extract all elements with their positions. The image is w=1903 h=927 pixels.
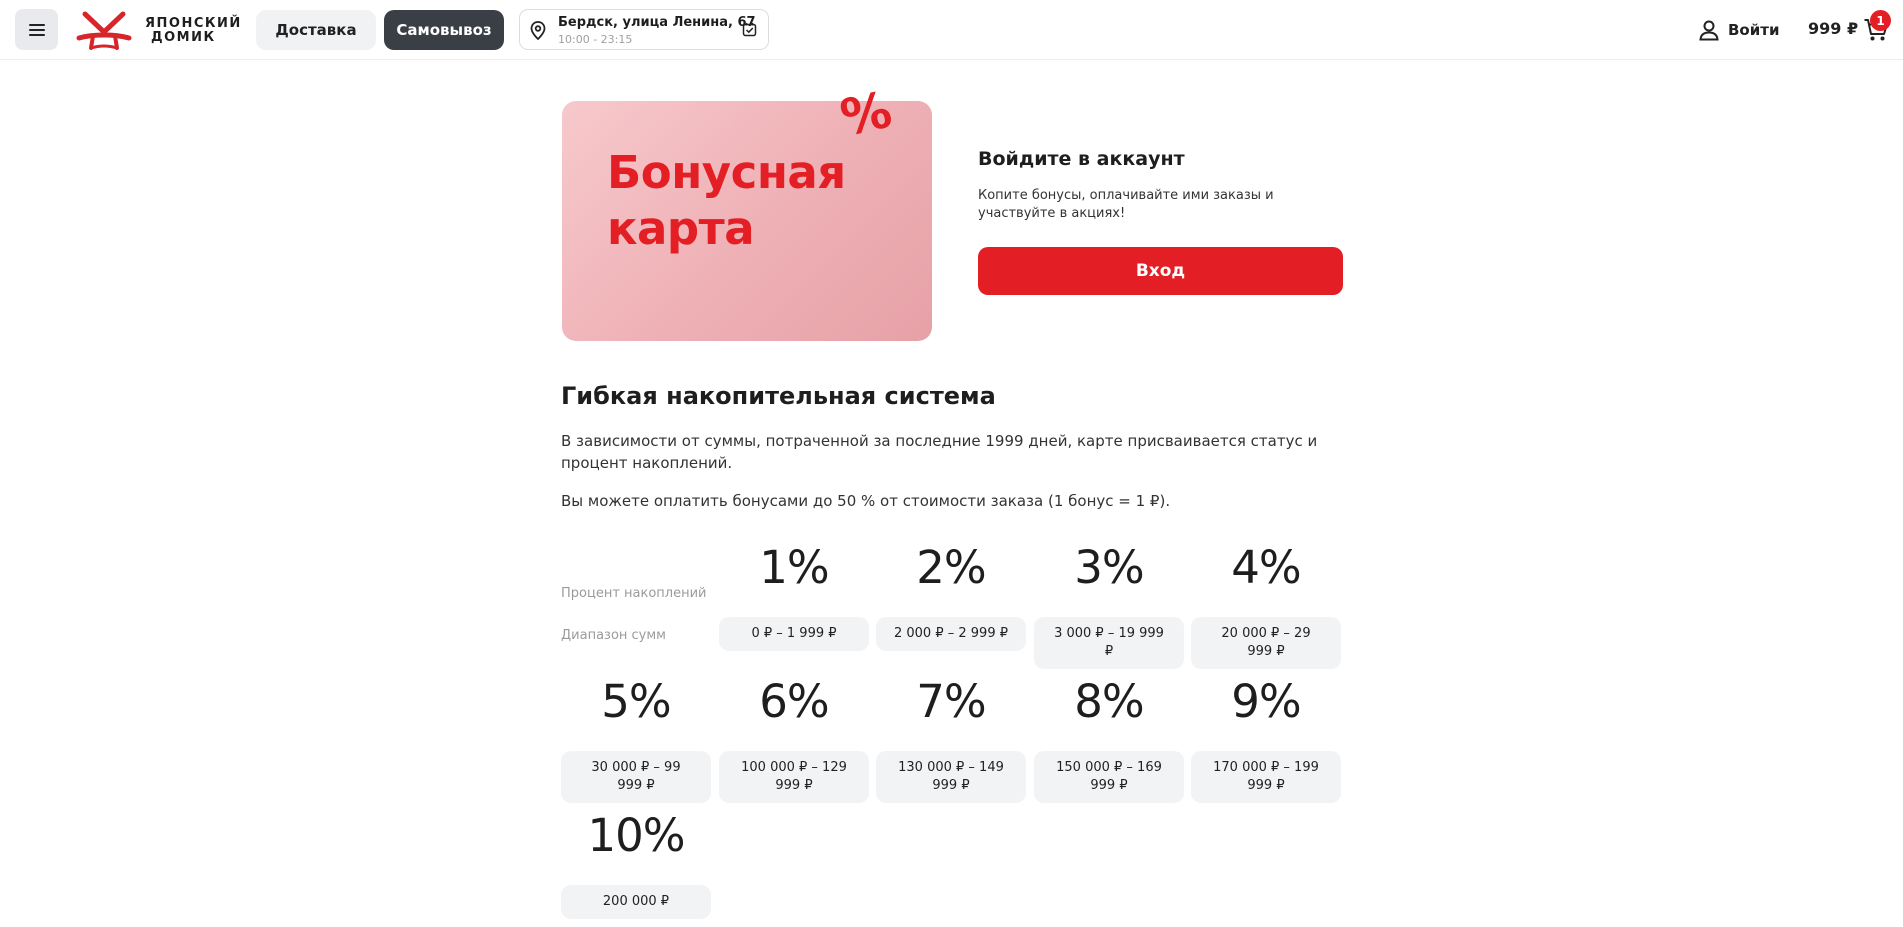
tier-percent: 2% [916, 541, 986, 594]
bonus-card-title: Бонусная карта [607, 146, 846, 255]
tier-percent: 3% [1074, 541, 1144, 594]
tier-percent: 5% [601, 675, 671, 728]
logo[interactable]: ЯПОНСКИЙ ДОМИК [75, 9, 245, 53]
login-link[interactable]: Войти [1698, 17, 1779, 43]
tier-range: 100 000 ₽ – 129 999 ₽ [719, 751, 869, 803]
user-icon [1699, 20, 1719, 41]
hamburger-icon [28, 23, 45, 36]
tier-percent: 4% [1231, 541, 1301, 594]
tier-range: 20 000 ₽ – 29 999 ₽ [1191, 617, 1341, 669]
address-selector[interactable]: Бердск, улица Ленина, 67 10:00 - 23:15 [519, 9, 769, 50]
location-pin-icon [530, 21, 546, 40]
section-paragraph-2: Вы можете оплатить бонусами до 50 % от с… [561, 492, 1171, 510]
section-title: Гибкая накопительная система [561, 382, 996, 410]
login-button[interactable]: Вход [978, 247, 1343, 295]
tier-range: 3 000 ₽ – 19 999 ₽ [1034, 617, 1184, 669]
menu-button[interactable] [15, 9, 58, 50]
label-percent: Процент накоплений [561, 586, 707, 601]
cart-total[interactable]: 999 ₽ [1808, 19, 1858, 38]
site-header: ЯПОНСКИЙ ДОМИК Доставка Самовывоз Бердск… [0, 0, 1903, 60]
auth-title: Войдите в аккаунт [978, 148, 1185, 170]
percent-icon: % [835, 80, 897, 148]
logo-house-icon [76, 11, 132, 50]
tier-percent: 8% [1074, 675, 1144, 728]
delivery-mode-button[interactable]: Доставка [256, 10, 376, 50]
tier-percent: 1% [759, 541, 829, 594]
tier-percent: 10% [587, 809, 685, 862]
calendar-check-icon [742, 23, 757, 37]
tier-range: 130 000 ₽ – 149 999 ₽ [876, 751, 1026, 803]
tier-range: 170 000 ₽ – 199 999 ₽ [1191, 751, 1341, 803]
logo-text: ЯПОНСКИЙ ДОМИК [145, 16, 242, 45]
tier-range: 2 000 ₽ – 2 999 ₽ [876, 617, 1026, 651]
tier-range: 150 000 ₽ – 169 999 ₽ [1034, 751, 1184, 803]
section-paragraph-1: В зависимости от суммы, потраченной за п… [561, 432, 1318, 472]
bonus-card-image: Бонусная карта % [562, 80, 932, 341]
login-label: Войти [1728, 21, 1780, 39]
address-text: Бердск, улица Ленина, 67 [558, 15, 756, 30]
tier-percent: 7% [916, 675, 986, 728]
tier-percent: 6% [759, 675, 829, 728]
working-hours: 10:00 - 23:15 [558, 33, 633, 46]
cart-count-badge: 1 [1870, 10, 1891, 31]
tier-range: 200 000 ₽ [561, 885, 711, 919]
label-range: Диапазон сумм [561, 628, 666, 643]
tier-percent: 9% [1231, 675, 1301, 728]
tier-range: 0 ₽ – 1 999 ₽ [719, 617, 869, 651]
auth-description: Копите бонусы, оплачивайте ими заказы и … [978, 188, 1274, 221]
pickup-mode-button[interactable]: Самовывоз [384, 10, 504, 50]
tier-range: 30 000 ₽ – 99 999 ₽ [561, 751, 711, 803]
